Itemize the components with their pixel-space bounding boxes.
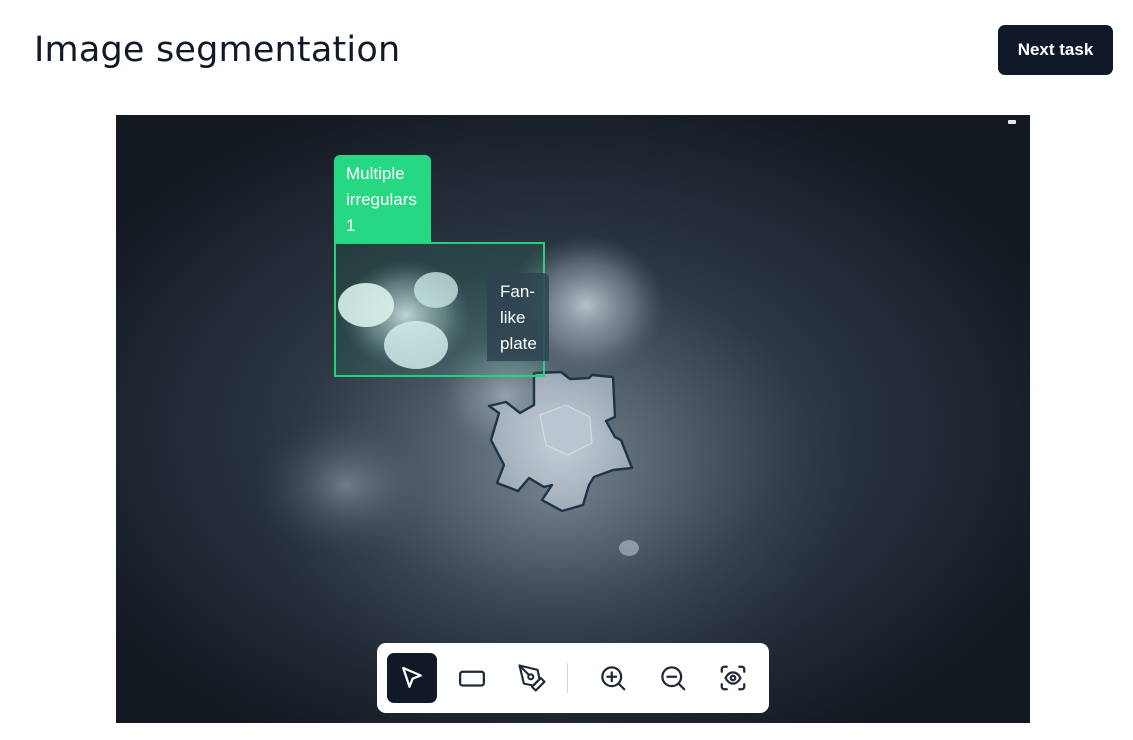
- select-tool-button[interactable]: [387, 653, 437, 703]
- cursor-arrow-icon: [402, 666, 422, 688]
- polygon-tool-button[interactable]: [507, 653, 557, 703]
- zoom-in-icon: [601, 666, 626, 691]
- rectangle-icon: [459, 670, 485, 687]
- polygon-label[interactable]: Fan- like plate: [487, 273, 549, 361]
- eye-frame-icon: [720, 665, 746, 691]
- minimap-indicator: [1008, 120, 1016, 124]
- page-title: Image segmentation: [34, 30, 401, 70]
- next-task-button[interactable]: Next task: [998, 25, 1113, 75]
- segmentation-canvas[interactable]: Multiple irregulars 1 Fan- like plate: [116, 115, 1030, 723]
- toolbar-divider: [567, 663, 568, 693]
- annotation-toolbar: [377, 643, 769, 713]
- microscope-image: [116, 115, 1030, 723]
- rectangle-tool-button[interactable]: [447, 653, 497, 703]
- toggle-visibility-button[interactable]: [708, 653, 758, 703]
- box-label[interactable]: Multiple irregulars 1: [334, 155, 431, 243]
- zoom-in-button[interactable]: [588, 653, 638, 703]
- pen-nib-icon: [518, 664, 546, 692]
- zoom-out-icon: [661, 666, 686, 691]
- zoom-out-button[interactable]: [648, 653, 698, 703]
